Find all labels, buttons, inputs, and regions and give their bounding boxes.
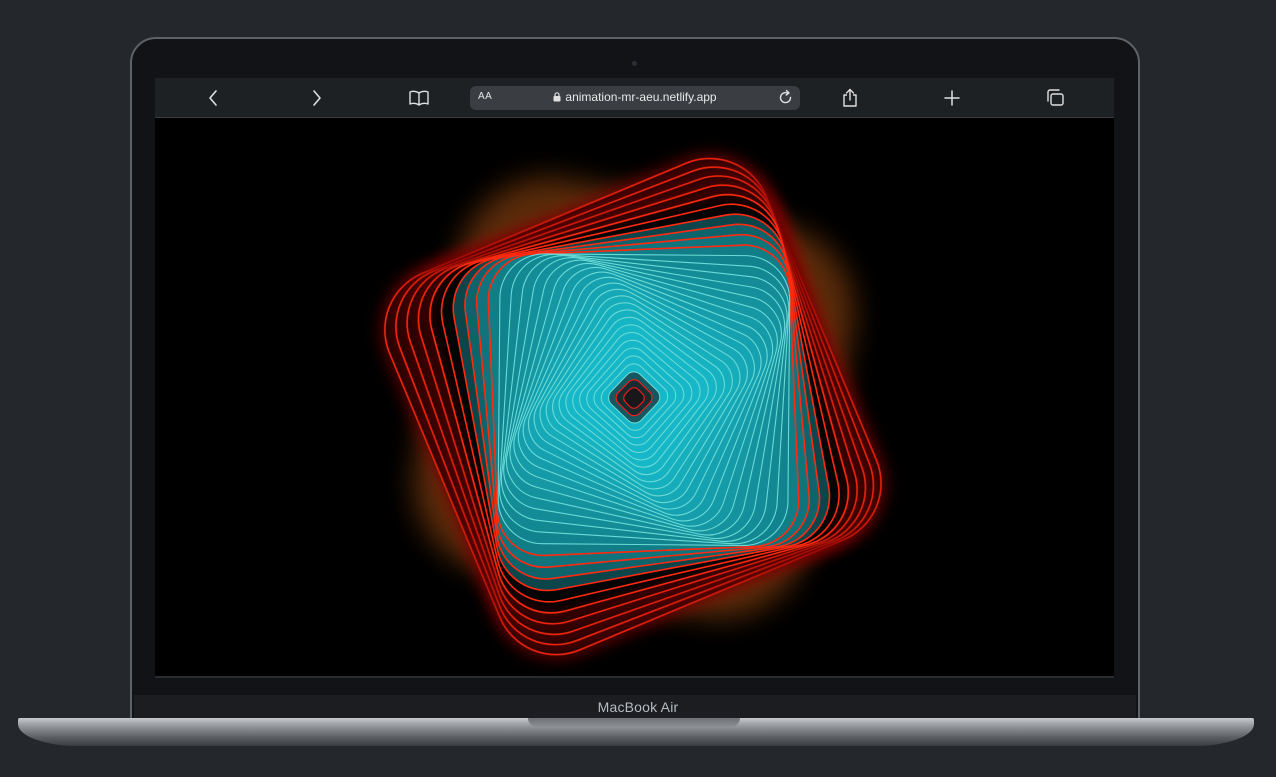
device-mockup: AA animation-mr-aeu.netlify.app MacBook … — [0, 0, 1276, 777]
lock-icon — [553, 92, 561, 102]
forward-button[interactable] — [303, 86, 329, 110]
animation-canvas — [155, 118, 1114, 676]
address-bar[interactable]: AA animation-mr-aeu.netlify.app — [470, 86, 800, 110]
new-tab-button[interactable] — [939, 86, 965, 110]
bookmarks-button[interactable] — [406, 86, 432, 110]
tabs-icon — [1047, 89, 1064, 106]
laptop-hinge-notch — [528, 718, 740, 727]
share-button[interactable] — [837, 86, 863, 110]
reload-icon — [779, 89, 792, 104]
back-button[interactable] — [201, 86, 227, 110]
url-display: animation-mr-aeu.netlify.app — [470, 90, 800, 104]
browser-toolbar: AA animation-mr-aeu.netlify.app — [155, 78, 1114, 118]
chevron-left-icon — [209, 90, 217, 106]
spiral-squares-animation — [384, 157, 882, 656]
share-icon — [843, 88, 857, 107]
plus-icon — [944, 90, 960, 106]
book-icon — [409, 90, 429, 106]
url-text: animation-mr-aeu.netlify.app — [565, 90, 717, 104]
camera-icon — [632, 61, 637, 66]
browser-bottom-edge — [155, 676, 1114, 678]
tabs-overview-button[interactable] — [1042, 86, 1068, 110]
reload-button[interactable] — [778, 89, 794, 112]
browser-window: AA animation-mr-aeu.netlify.app — [155, 78, 1114, 678]
chevron-right-icon — [313, 90, 321, 106]
device-label: MacBook Air — [597, 699, 679, 715]
